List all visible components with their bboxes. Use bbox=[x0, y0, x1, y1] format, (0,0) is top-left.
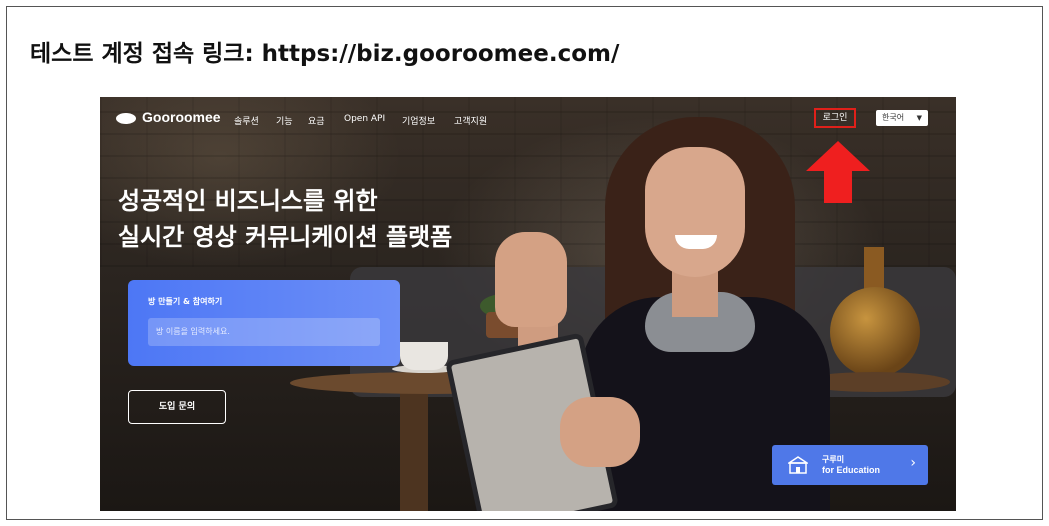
room-card-label: 방 만들기 & 참여하기 bbox=[148, 297, 223, 306]
woman-face bbox=[645, 147, 745, 277]
chevron-right-icon: › bbox=[910, 455, 916, 471]
education-banner-title: 구루미 bbox=[822, 455, 845, 464]
education-banner-subtitle: for Education bbox=[822, 465, 880, 475]
language-select[interactable]: 한국어 ▼ bbox=[876, 110, 928, 126]
hero-headline-line1: 성공적인 비즈니스를 위한 bbox=[118, 187, 378, 215]
nav-item-solution[interactable]: 솔루션 bbox=[234, 114, 259, 127]
nav-item-company[interactable]: 기업정보 bbox=[402, 114, 435, 127]
holding-hand bbox=[560, 397, 640, 467]
coffee-cup bbox=[400, 342, 448, 370]
room-name-input[interactable]: 방 이름을 입력하세요. bbox=[148, 318, 380, 346]
table-leg bbox=[400, 393, 428, 511]
room-card: 방 만들기 & 참여하기 방 이름을 입력하세요. bbox=[128, 280, 400, 366]
nav-item-open-api[interactable]: Open API bbox=[344, 114, 385, 124]
education-banner[interactable]: 구루미 for Education › bbox=[772, 445, 928, 485]
nav-item-features[interactable]: 기능 bbox=[276, 114, 293, 127]
site-logo[interactable]: Gooroomee bbox=[142, 109, 221, 125]
hero-headline: 성공적인 비즈니스를 위한 실시간 영상 커뮤니케이션 플랫폼 bbox=[118, 183, 452, 255]
vase-body bbox=[830, 287, 920, 377]
nav-item-support[interactable]: 고객지원 bbox=[454, 114, 487, 127]
nav-item-pricing[interactable]: 요금 bbox=[308, 114, 325, 127]
school-icon bbox=[788, 456, 808, 474]
website-screenshot: Gooroomee 솔루션 기능 요금 Open API 기업정보 고객지원 로… bbox=[100, 97, 956, 511]
caret-down-icon: ▼ bbox=[916, 114, 922, 122]
gooroomee-logo-icon[interactable] bbox=[116, 113, 136, 124]
login-button[interactable]: 로그인 bbox=[814, 108, 856, 128]
red-arrow-icon bbox=[806, 141, 870, 203]
hero-headline-line2: 실시간 영상 커뮤니케이션 플랫폼 bbox=[118, 223, 453, 251]
inquiry-button[interactable]: 도입 문의 bbox=[128, 390, 226, 424]
page-caption: 테스트 계정 접속 링크: https://biz.gooroomee.com/ bbox=[30, 41, 620, 67]
waving-hand bbox=[495, 232, 567, 327]
language-label: 한국어 bbox=[882, 113, 905, 122]
site-navbar: Gooroomee 솔루션 기능 요금 Open API 기업정보 고객지원 로… bbox=[100, 97, 956, 141]
